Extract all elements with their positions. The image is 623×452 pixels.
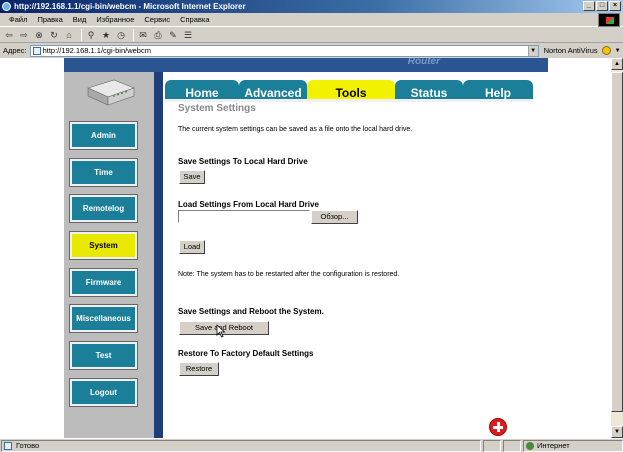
- router-header-band: Router: [64, 58, 548, 72]
- refresh-icon[interactable]: ↻: [48, 29, 60, 41]
- nav-firmware-button[interactable]: Firmware: [69, 268, 138, 297]
- plus-medic-icon: [489, 418, 507, 436]
- mouse-cursor-icon: [216, 324, 226, 338]
- minimize-button[interactable]: _: [583, 1, 595, 11]
- internet-zone-icon: [526, 441, 534, 450]
- scroll-up-icon[interactable]: ▲: [611, 58, 623, 70]
- restart-note: Note: The system has to be restarted aft…: [178, 271, 400, 278]
- address-bar: Адрес: http://192.168.1.1/cgi-bin/webcm …: [0, 43, 623, 58]
- restore-button[interactable]: Restore: [179, 362, 219, 376]
- page-icon: [32, 46, 41, 55]
- norton-toolbar[interactable]: Norton AntiVirus ▼: [544, 46, 621, 55]
- vertical-scrollbar[interactable]: ▲ ▼: [611, 58, 623, 438]
- window-title: http://192.168.1.1/cgi-bin/webcm - Micro…: [14, 2, 246, 11]
- window-controls: _ □ ×: [583, 1, 621, 11]
- menu-bar: Файл Правка Вид Избранное Сервис Справка: [0, 13, 623, 27]
- load-button[interactable]: Load: [179, 240, 205, 254]
- status-empty-pane: [503, 439, 521, 452]
- print-icon[interactable]: ⎙: [152, 29, 164, 41]
- nav-admin-button[interactable]: Admin: [69, 121, 138, 150]
- maximize-button[interactable]: □: [596, 1, 608, 11]
- left-nav-panel: Admin Time Remotelog System Firmware Mis…: [64, 72, 154, 438]
- save-heading: Save Settings To Local Hard Drive: [178, 157, 308, 166]
- discuss-icon[interactable]: ☰: [182, 29, 194, 41]
- status-bar: Готово Интернет: [0, 438, 623, 452]
- tab-tools[interactable]: Tools: [307, 80, 395, 102]
- stop-icon[interactable]: ⊗: [33, 29, 45, 41]
- status-text-pane: Готово: [1, 439, 481, 452]
- router-device-icon: [87, 79, 135, 106]
- close-button[interactable]: ×: [609, 1, 621, 11]
- tab-status[interactable]: Status: [395, 80, 463, 102]
- title-bar: http://192.168.1.1/cgi-bin/webcm - Micro…: [0, 0, 623, 13]
- load-heading: Load Settings From Local Hard Drive: [178, 200, 319, 209]
- history-icon[interactable]: ◷: [115, 29, 127, 41]
- home-icon[interactable]: ⌂: [63, 29, 75, 41]
- back-icon[interactable]: ⇦: [3, 29, 15, 41]
- top-tab-bar: Home Advanced Tools Status Help: [165, 80, 533, 102]
- menu-edit[interactable]: Правка: [32, 13, 67, 27]
- tab-help[interactable]: Help: [463, 80, 533, 102]
- search-icon[interactable]: ⚲: [85, 29, 97, 41]
- nav-time-button[interactable]: Time: [69, 158, 138, 187]
- nav-test-button[interactable]: Test: [69, 341, 138, 370]
- forward-icon[interactable]: ⇨: [18, 29, 30, 41]
- nav-logout-button[interactable]: Logout: [69, 378, 138, 407]
- windows-flag-icon: [606, 17, 614, 24]
- scroll-down-icon[interactable]: ▼: [611, 426, 623, 438]
- address-value: http://192.168.1.1/cgi-bin/webcm: [42, 45, 151, 55]
- norton-dropdown-icon[interactable]: ▼: [615, 48, 621, 54]
- nav-miscellaneous-button[interactable]: Miscellaneous: [69, 304, 138, 333]
- reboot-heading: Save Settings and Reboot the System.: [178, 307, 324, 316]
- edit-icon[interactable]: ✎: [167, 29, 179, 41]
- tab-advanced[interactable]: Advanced: [239, 80, 307, 102]
- tab-home[interactable]: Home: [165, 80, 239, 102]
- menu-tools[interactable]: Сервис: [139, 13, 175, 27]
- menu-file[interactable]: Файл: [4, 13, 32, 27]
- address-dropdown-icon[interactable]: ▼: [527, 45, 538, 56]
- brand-logo-text: Router: [407, 58, 440, 67]
- norton-icon: [601, 46, 611, 55]
- menu-favorites[interactable]: Избранное: [91, 13, 139, 27]
- page-status-icon: [4, 441, 12, 450]
- section-title: System Settings: [178, 103, 256, 114]
- ie-logo-icon: [2, 2, 11, 11]
- zone-text: Интернет: [537, 440, 570, 450]
- restore-heading: Restore To Factory Default Settings: [178, 349, 314, 358]
- browse-button[interactable]: Обзор...: [311, 210, 358, 224]
- norton-label: Norton AntiVirus: [543, 46, 598, 55]
- status-text: Готово: [16, 440, 40, 450]
- address-label: Адрес:: [3, 46, 27, 55]
- favorites-icon[interactable]: ★: [100, 29, 112, 41]
- save-button[interactable]: Save: [179, 170, 205, 184]
- file-path-input[interactable]: [178, 210, 310, 223]
- toolbar-separator: [133, 28, 134, 41]
- mail-icon[interactable]: ✉: [137, 29, 149, 41]
- security-zone-pane: Интернет: [523, 439, 623, 452]
- scroll-thumb[interactable]: [611, 72, 623, 412]
- nav-system-button[interactable]: System: [69, 231, 138, 260]
- standard-toolbar: ⇦ ⇨ ⊗ ↻ ⌂ ⚲ ★ ◷ ✉ ⎙ ✎ ☰: [0, 27, 623, 43]
- toolbar-separator: [81, 28, 82, 41]
- intro-text: The current system settings can be saved…: [178, 126, 413, 133]
- address-input[interactable]: http://192.168.1.1/cgi-bin/webcm ▼: [29, 44, 539, 57]
- nav-remotelog-button[interactable]: Remotelog: [69, 194, 138, 223]
- windows-logo-throbber: [598, 13, 620, 27]
- status-empty-pane: [483, 439, 501, 452]
- menu-view[interactable]: Вид: [68, 13, 92, 27]
- menu-help[interactable]: Справка: [175, 13, 214, 27]
- page-viewport: Router Admin Time Remotelog System Firmw…: [0, 58, 611, 438]
